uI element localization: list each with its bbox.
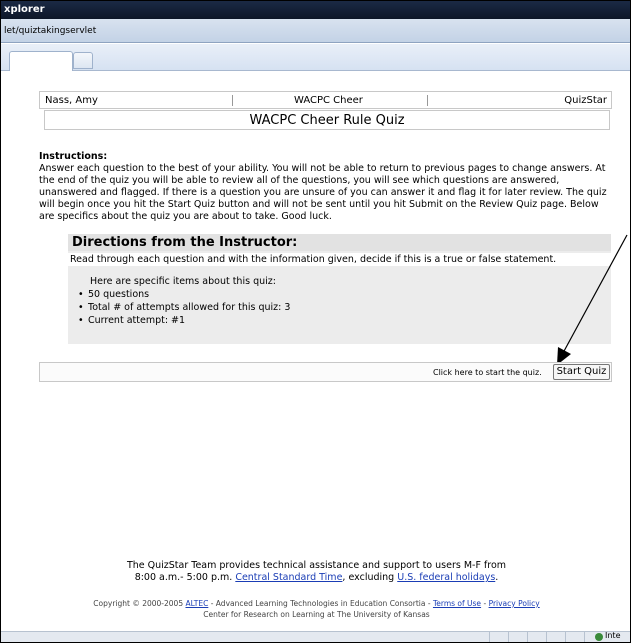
quiz-details: Here are specific items about this quiz:… — [78, 275, 290, 327]
user-name: Nass, Amy — [45, 95, 98, 106]
footer: Copyright © 2000-2005 ALTEC - Advanced L… — [1, 598, 630, 620]
list-item: Current attempt: #1 — [78, 314, 290, 327]
address-url[interactable]: let/quiztakingservlet — [4, 26, 96, 36]
security-zone: Inte — [605, 631, 621, 640]
arrow-annotation — [557, 234, 628, 365]
federal-holidays-link[interactable]: U.S. federal holidays — [397, 572, 495, 583]
support-text: , excluding — [342, 572, 395, 583]
brand-name: QuizStar — [564, 95, 607, 106]
quiz-details-list: 50 questions Total # of attempts allowed… — [78, 288, 290, 327]
privacy-policy-link[interactable]: Privacy Policy — [489, 599, 540, 608]
support-hours: 8:00 a.m.- 5:00 p.m. — [134, 572, 233, 583]
tab-strip — [1, 44, 630, 71]
status-bar: Inte — [1, 631, 630, 642]
directions-heading: Directions from the Instructor: — [68, 234, 611, 251]
status-divider — [527, 632, 528, 642]
address-bar[interactable]: let/quiztakingservlet — [1, 19, 630, 43]
quiz-header: Nass, Amy WACPC Cheer QuizStar — [39, 91, 612, 109]
group-name: WACPC Cheer — [294, 95, 363, 106]
support-line-2: 8:00 a.m.- 5:00 p.m. Central Standard Ti… — [1, 572, 630, 584]
instructions-body: Answer each question to the best of your… — [39, 163, 607, 222]
status-divider — [584, 632, 585, 642]
support-line-1: The QuizStar Team provides technical ass… — [126, 560, 507, 571]
directions-text: Read through each question and with the … — [68, 253, 611, 266]
status-divider — [508, 632, 509, 642]
status-divider — [489, 632, 490, 642]
list-item: 50 questions — [78, 288, 290, 301]
instructor-directions: Directions from the Instructor: Read thr… — [68, 234, 611, 344]
start-quiz-bar: Click here to start the quiz. Start Quiz — [39, 362, 612, 382]
quiz-title: WACPC Cheer Rule Quiz — [44, 110, 610, 130]
list-item: Total # of attempts allowed for this qui… — [78, 301, 290, 314]
new-tab-button[interactable] — [73, 52, 93, 69]
window-title: xplorer — [1, 1, 630, 19]
copyright-text: - — [483, 599, 487, 608]
support-notice: The QuizStar Team provides technical ass… — [1, 560, 630, 584]
start-prompt: Click here to start the quiz. — [433, 368, 542, 377]
start-quiz-button[interactable]: Start Quiz — [553, 364, 610, 380]
quiz-details-lead: Here are specific items about this quiz: — [90, 276, 276, 287]
altec-link[interactable]: ALTEC — [185, 599, 208, 608]
tab-current[interactable] — [9, 51, 73, 71]
status-divider — [565, 632, 566, 642]
browser-window: xplorer let/quiztakingservlet Nass, Amy … — [0, 0, 631, 643]
status-divider — [546, 632, 547, 642]
institution-line: Center for Research on Learning at The U… — [203, 610, 430, 619]
divider — [427, 95, 428, 106]
copyright-text: Copyright © 2000-2005 — [93, 599, 184, 608]
terms-of-use-link[interactable]: Terms of Use — [433, 599, 481, 608]
instructions: Instructions: Answer each question to th… — [39, 151, 614, 223]
divider — [232, 95, 233, 106]
copyright-line: Copyright © 2000-2005 ALTEC - Advanced L… — [1, 598, 630, 609]
copyright-text: - Advanced Learning Technologies in Educ… — [210, 599, 431, 608]
support-text: . — [495, 572, 499, 583]
instructions-heading: Instructions: — [39, 151, 108, 162]
central-time-link[interactable]: Central Standard Time — [235, 572, 342, 583]
globe-icon — [595, 633, 603, 641]
